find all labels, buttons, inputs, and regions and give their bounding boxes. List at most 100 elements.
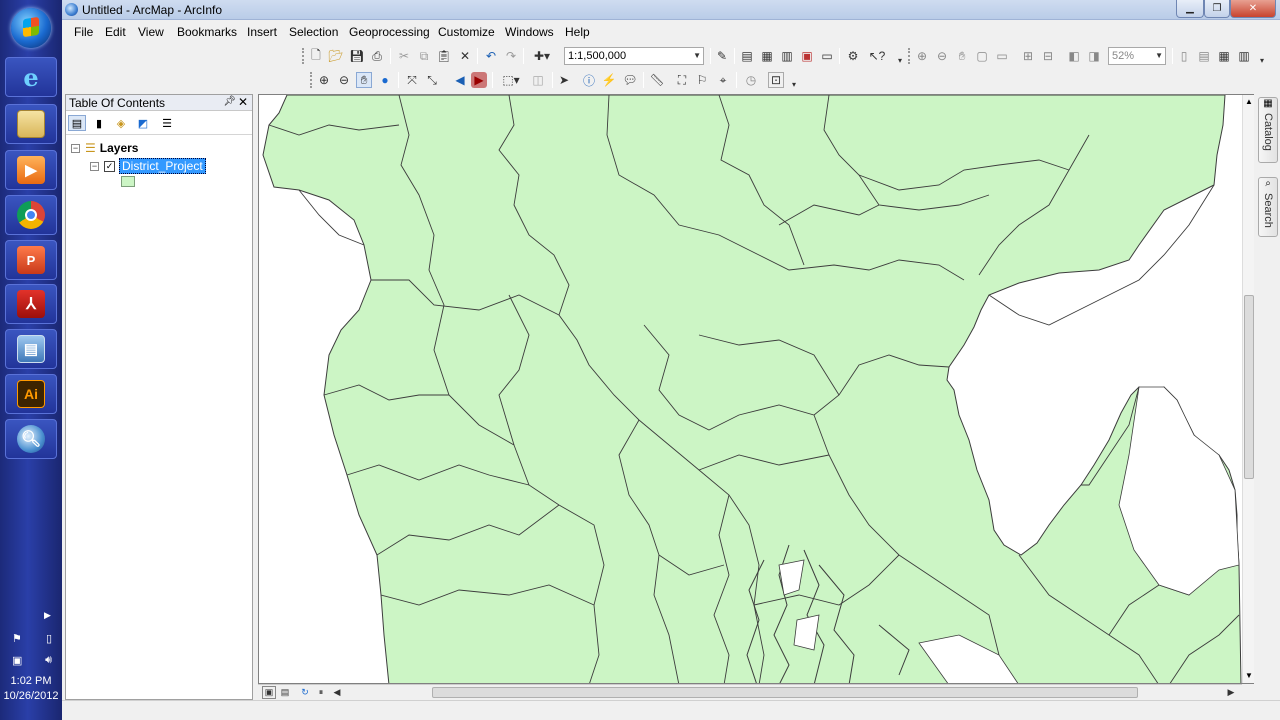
toc-options-icon[interactable]: ☰ — [158, 115, 176, 131]
scroll-up-icon[interactable]: ▲ — [1245, 97, 1253, 106]
fixed-zoom-out-icon[interactable]: ⊟ — [1040, 48, 1056, 64]
toolbar-options-chevron-icon[interactable]: ▾ — [892, 52, 908, 68]
hyperlink-icon[interactable]: ⚡ — [601, 72, 617, 88]
add-data-button[interactable]: ✚▾ — [529, 48, 555, 64]
cut-icon[interactable]: ✂ — [396, 48, 412, 64]
list-by-visibility-icon[interactable]: ◈ — [112, 115, 130, 131]
print-icon[interactable]: ⎙ — [369, 48, 385, 64]
clock-time[interactable]: 1:02 PM — [0, 675, 62, 687]
arcmap-app-icon[interactable] — [65, 3, 78, 16]
network-icon[interactable]: ▣ — [12, 654, 22, 667]
layout-view-icon[interactable]: ▣ — [262, 686, 276, 699]
menu-view[interactable]: View — [138, 25, 164, 39]
show-hidden-icons-arrow-icon[interactable]: ▶ — [44, 610, 51, 621]
taskbar-chrome[interactable] — [5, 195, 57, 235]
menu-file[interactable]: File — [74, 25, 93, 39]
toolbar-options-chevron-icon[interactable]: ▾ — [1254, 52, 1270, 68]
toolbar-grip[interactable] — [908, 48, 911, 64]
menu-edit[interactable]: Edit — [105, 25, 126, 39]
editor-toolbar-icon[interactable]: ✎ — [714, 48, 730, 64]
taskbar-file-explorer[interactable] — [5, 104, 57, 144]
taskbar-video-editor[interactable]: ▤ — [5, 329, 57, 369]
redo-icon[interactable]: ↷ — [503, 48, 519, 64]
collapse-toggle-icon[interactable]: − — [90, 161, 99, 171]
toggle-draft-mode-icon[interactable]: ▯ — [1176, 48, 1192, 64]
tree-row-layers[interactable]: − ☰ Layers — [71, 141, 138, 155]
data-frame-label[interactable]: Layers — [100, 141, 139, 155]
find-binoculars-icon[interactable]: ⛶ — [674, 72, 690, 88]
tree-row-layer-symbol[interactable] — [121, 176, 135, 187]
close-icon[interactable]: ✕ — [238, 95, 248, 109]
data-driven-pages-icon[interactable]: ▥ — [1236, 48, 1252, 64]
save-icon[interactable]: 💾︎ — [349, 48, 365, 64]
layout-zoom-combo[interactable]: 52% ▼ — [1108, 47, 1166, 65]
maximize-button[interactable]: ❐ — [1204, 0, 1230, 18]
paste-icon[interactable]: 📋︎ — [436, 48, 452, 64]
volume-icon[interactable]: 🔊︎ — [45, 654, 52, 667]
taskbar-acrobat[interactable]: ⅄ — [5, 284, 57, 324]
collapse-toggle-icon[interactable]: − — [71, 143, 80, 153]
list-by-selection-icon[interactable]: ◩ — [134, 115, 152, 131]
select-elements-arrow-icon[interactable]: ➤ — [556, 72, 572, 88]
create-viewer-window-icon[interactable]: ⊡ — [768, 72, 784, 88]
zoom-in-icon[interactable]: ⊕ — [316, 72, 332, 88]
delete-icon[interactable]: ✕ — [457, 48, 473, 64]
undo-icon[interactable]: ↶ — [483, 48, 499, 64]
identify-icon[interactable]: ⓘ — [581, 72, 597, 88]
select-features-icon[interactable]: ⬚▾ — [498, 72, 524, 88]
menu-bookmarks[interactable]: Bookmarks — [177, 25, 237, 39]
go-back-previous-extent-icon[interactable]: ◀ — [452, 72, 468, 88]
layout-pan-icon[interactable]: ✋︎ — [954, 48, 970, 64]
start-button[interactable] — [11, 8, 51, 48]
go-to-xy-icon[interactable]: ⌖ — [715, 72, 731, 88]
menu-help[interactable]: Help — [565, 25, 590, 39]
menu-windows[interactable]: Windows — [505, 25, 554, 39]
zoom-100-percent-icon[interactable]: ▭ — [994, 48, 1010, 64]
full-extent-icon[interactable]: ● — [377, 72, 393, 88]
copy-icon[interactable]: ⧉ — [416, 48, 432, 64]
district-polygons-map[interactable] — [259, 95, 1254, 684]
go-back-extent-icon[interactable]: ◧ — [1066, 48, 1082, 64]
menu-geoprocessing[interactable]: Geoprocessing — [349, 25, 430, 39]
list-by-source-icon[interactable]: ▮ — [90, 115, 108, 131]
vertical-scroll-thumb[interactable] — [1244, 295, 1254, 479]
modelbuilder-icon[interactable]: ⚙ — [845, 48, 861, 64]
clear-selection-icon[interactable]: ◫ — [530, 72, 546, 88]
whats-this-icon[interactable]: ↖? — [865, 48, 889, 64]
refresh-icon[interactable]: ↻ — [298, 686, 312, 699]
table-of-contents-window-icon[interactable]: ▤ — [739, 48, 755, 64]
layer-symbol-swatch[interactable] — [121, 176, 135, 187]
scroll-left-icon[interactable]: ◀ — [330, 686, 344, 699]
change-layout-icon[interactable]: ▦ — [1216, 48, 1232, 64]
zoom-out-icon[interactable]: ⊖ — [336, 72, 352, 88]
menu-insert[interactable]: Insert — [247, 25, 277, 39]
layout-zoom-in-icon[interactable]: ⊕ — [914, 48, 930, 64]
title-bar[interactable]: Untitled - ArcMap - ArcInfo ▁ ❐ ✕ — [62, 0, 1280, 20]
toolbar-options-chevron-icon[interactable]: ▾ — [786, 76, 802, 92]
pan-icon[interactable]: ✋︎ — [356, 72, 372, 88]
menu-selection[interactable]: Selection — [289, 25, 338, 39]
clock-date[interactable]: 10/26/2012 — [0, 690, 62, 702]
action-center-flag-icon[interactable]: ⚑ — [12, 632, 22, 645]
toolbar-grip[interactable] — [302, 48, 305, 64]
map-vertical-scrollbar[interactable]: ▲ ▼ — [1242, 95, 1254, 683]
open-folder-icon[interactable]: 📂︎ — [328, 48, 344, 64]
list-by-drawing-order-icon[interactable]: ▤ — [68, 115, 86, 131]
measure-icon[interactable]: 📏︎ — [649, 72, 665, 88]
find-route-icon[interactable]: ⚐ — [694, 72, 710, 88]
pause-drawing-icon[interactable]: ⏸ — [314, 686, 328, 699]
data-view-icon[interactable]: ▤ — [278, 686, 292, 699]
taskbar-internet-explorer[interactable]: e — [5, 57, 57, 97]
layer-name-label[interactable]: District_Project — [119, 158, 206, 174]
new-document-icon[interactable]: 🗋 — [308, 48, 324, 64]
horizontal-scroll-thumb[interactable] — [432, 687, 1138, 698]
go-forward-next-extent-icon[interactable]: ▶ — [471, 72, 487, 88]
minimize-button[interactable]: ▁ — [1176, 0, 1204, 18]
taskbar-media-player[interactable]: ▶ — [5, 150, 57, 190]
catalog-dock-tab[interactable]: ▦ Catalog — [1258, 97, 1278, 163]
fixed-zoom-in-icon[interactable]: ⊞ — [1020, 48, 1036, 64]
district-polygons-land[interactable] — [262, 95, 1242, 684]
layer-visibility-checkbox[interactable]: ✓ — [104, 160, 115, 172]
zoom-whole-page-icon[interactable]: ▢ — [974, 48, 990, 64]
battery-icon[interactable]: ▯ — [46, 632, 52, 645]
